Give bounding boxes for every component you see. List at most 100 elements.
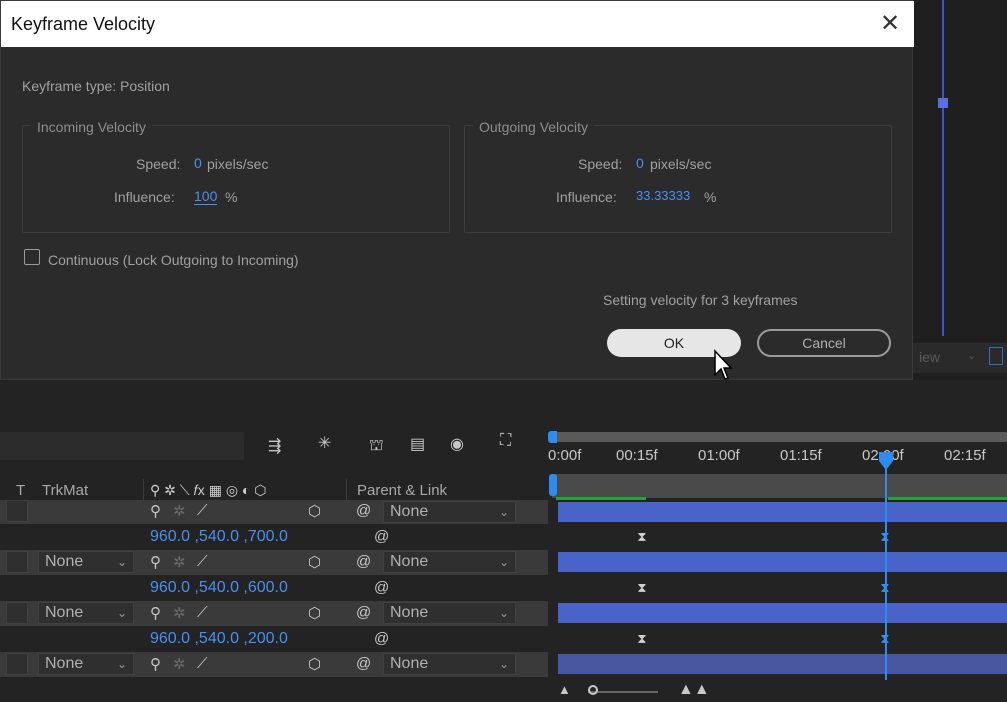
layer-row[interactable]: None ⌄ ⚲ ✲ ⟋ ⬡ @ None ⌄ bbox=[0, 652, 548, 677]
outgoing-speed-label: Speed: bbox=[578, 156, 623, 172]
3d-layer-icon[interactable]: ⬡ bbox=[308, 655, 321, 673]
toggle-icon[interactable] bbox=[989, 347, 1003, 365]
frame-blending-icon[interactable]: ▤ bbox=[410, 434, 425, 454]
time-navigator[interactable] bbox=[552, 432, 1007, 442]
chevron-down-icon: ⌄ bbox=[498, 657, 509, 671]
parent-dropdown[interactable]: None ⌄ bbox=[383, 653, 516, 675]
continuous-label: Continuous (Lock Outgoing to Incoming) bbox=[48, 252, 299, 268]
zoom-in-icon[interactable]: ▲▲ bbox=[678, 681, 710, 699]
collapse-switch-icon[interactable]: ✲ bbox=[173, 502, 186, 520]
pick-whip-icon[interactable]: @ bbox=[374, 579, 389, 596]
parent-dropdown[interactable]: None ⌄ bbox=[383, 551, 516, 573]
parent-dropdown[interactable]: None ⌄ bbox=[383, 602, 516, 624]
shy-layers-icon[interactable]: ⇶ bbox=[268, 436, 281, 456]
motion-blur-icon[interactable]: ◉ bbox=[450, 434, 464, 454]
zoom-slider-track[interactable] bbox=[588, 691, 658, 693]
layer-row[interactable]: ⚲ ✲ ⟋ ⬡ @ None ⌄ bbox=[0, 500, 548, 524]
keyframe-icon[interactable]: ⧗ bbox=[636, 632, 648, 646]
position-value[interactable]: 960.0 ,540.0 ,600.0 bbox=[150, 579, 288, 597]
3d-layer-icon[interactable]: ⬡ bbox=[308, 502, 321, 520]
label-swatch[interactable] bbox=[6, 653, 28, 675]
column-t: T bbox=[16, 482, 26, 499]
chevron-down-icon: ⌄ bbox=[498, 505, 509, 519]
parent-dropdown-value: None bbox=[390, 604, 429, 621]
draft-3d-icon[interactable]: ✳ bbox=[318, 433, 331, 453]
current-time-indicator-icon[interactable] bbox=[877, 451, 895, 471]
layer-search-input[interactable] bbox=[0, 432, 244, 460]
collapse-switch-icon[interactable]: ✲ bbox=[173, 553, 186, 571]
zoom-slider-thumb[interactable] bbox=[588, 685, 598, 695]
quality-switch-icon[interactable]: ⟋ bbox=[197, 502, 208, 519]
quality-switch-icon[interactable]: ⟋ bbox=[197, 553, 208, 570]
label-swatch[interactable] bbox=[6, 500, 28, 522]
graph-editor-panel: iew ⌄ bbox=[913, 0, 1007, 380]
pick-whip-icon[interactable]: @ bbox=[356, 553, 371, 570]
view-selector[interactable]: iew ⌄ bbox=[913, 343, 1007, 373]
shy-switch-icon[interactable]: ⚲ bbox=[150, 604, 161, 622]
parent-dropdown-value: None bbox=[390, 553, 429, 570]
ruler-tick: 01:00f bbox=[698, 447, 740, 464]
continuous-checkbox[interactable] bbox=[24, 249, 40, 265]
hide-shy-icon[interactable]: ⛫ bbox=[369, 436, 384, 456]
trkmat-dropdown[interactable]: None ⌄ bbox=[38, 551, 134, 573]
cancel-button[interactable]: Cancel bbox=[757, 329, 891, 357]
layer-duration-bar[interactable] bbox=[558, 654, 1007, 674]
graph-editor-icon[interactable]: ⛶ bbox=[500, 432, 511, 450]
layer-row[interactable]: None ⌄ ⚲ ✲ ⟋ ⬡ @ None ⌄ bbox=[0, 601, 548, 626]
chevron-down-icon: ⌄ bbox=[116, 606, 127, 620]
keyframe-velocity-dialog: Keyframe Velocity ✕ Keyframe type: Posit… bbox=[0, 0, 914, 380]
shy-switch-icon[interactable]: ⚲ bbox=[150, 655, 161, 673]
shy-switch-icon[interactable]: ⚲ bbox=[150, 553, 161, 571]
trkmat-dropdown[interactable]: None ⌄ bbox=[38, 653, 134, 675]
close-icon[interactable]: ✕ bbox=[877, 11, 903, 37]
ruler-tick: 0:00f bbox=[548, 447, 582, 464]
timeline-toolbar bbox=[0, 380, 548, 475]
position-value[interactable]: 960.0 ,540.0 ,700.0 bbox=[150, 528, 288, 546]
motion-path-handle[interactable] bbox=[938, 98, 948, 108]
outgoing-speed-field[interactable]: 0 bbox=[636, 155, 644, 171]
trkmat-dropdown-value: None bbox=[45, 553, 84, 570]
outgoing-influence-field[interactable]: 33.33333 bbox=[636, 188, 690, 203]
3d-layer-icon[interactable]: ⬡ bbox=[308, 604, 321, 622]
property-row: 960.0 ,540.0 ,600.0 @ bbox=[0, 576, 548, 601]
outgoing-velocity-title: Outgoing Velocity bbox=[473, 119, 594, 135]
pick-whip-icon[interactable]: @ bbox=[356, 604, 371, 621]
position-value[interactable]: 960.0 ,540.0 ,200.0 bbox=[150, 630, 288, 648]
switches-header-icons: ⚲ ✲ ⟍ 𝑓x ▦ ◎ ◐ ⬡ bbox=[150, 482, 267, 498]
keyframe-icon[interactable]: ⧗ bbox=[636, 530, 648, 544]
time-navigator-start-handle[interactable] bbox=[548, 431, 557, 443]
quality-switch-icon[interactable]: ⟋ bbox=[197, 655, 208, 672]
collapse-switch-icon[interactable]: ✲ bbox=[173, 655, 186, 673]
quality-switch-icon[interactable]: ⟋ bbox=[197, 604, 208, 621]
label-swatch[interactable] bbox=[6, 551, 28, 573]
parent-dropdown[interactable]: None ⌄ bbox=[383, 501, 516, 523]
label-swatch[interactable] bbox=[6, 602, 28, 624]
3d-layer-icon[interactable]: ⬡ bbox=[308, 553, 321, 571]
trkmat-dropdown[interactable]: None ⌄ bbox=[38, 602, 134, 624]
incoming-speed-field[interactable]: 0 bbox=[194, 155, 202, 171]
chevron-down-icon: ⌄ bbox=[116, 555, 127, 569]
pick-whip-icon[interactable]: @ bbox=[374, 528, 389, 545]
timeline-zoom-bar: ▲ ▲▲ bbox=[548, 680, 1007, 702]
pick-whip-icon[interactable]: @ bbox=[356, 502, 371, 519]
layer-duration-bar[interactable] bbox=[558, 603, 1007, 623]
keyframe-icon[interactable]: ⧗ bbox=[636, 581, 648, 595]
layer-row[interactable]: None ⌄ ⚲ ✲ ⟋ ⬡ @ None ⌄ bbox=[0, 550, 548, 575]
work-area-bar[interactable] bbox=[552, 474, 1007, 498]
layer-duration-bar[interactable] bbox=[558, 502, 1007, 522]
incoming-speed-label: Speed: bbox=[136, 156, 181, 172]
shy-switch-icon[interactable]: ⚲ bbox=[150, 502, 161, 520]
trkmat-dropdown-value: None bbox=[45, 655, 84, 672]
zoom-out-icon[interactable]: ▲ bbox=[558, 682, 571, 697]
current-time-indicator-line[interactable] bbox=[885, 460, 887, 680]
layer-duration-bar[interactable] bbox=[558, 552, 1007, 572]
incoming-influence-field[interactable]: 100 bbox=[194, 188, 218, 205]
collapse-switch-icon[interactable]: ✲ bbox=[173, 604, 186, 622]
work-area-start-handle[interactable] bbox=[549, 474, 557, 496]
pick-whip-icon[interactable]: @ bbox=[374, 630, 389, 647]
incoming-velocity-title: Incoming Velocity bbox=[31, 119, 152, 135]
chevron-down-icon: ⌄ bbox=[116, 657, 127, 671]
incoming-influence-unit: % bbox=[225, 189, 238, 205]
pick-whip-icon[interactable]: @ bbox=[356, 655, 371, 672]
outgoing-influence-label: Influence: bbox=[556, 189, 617, 205]
